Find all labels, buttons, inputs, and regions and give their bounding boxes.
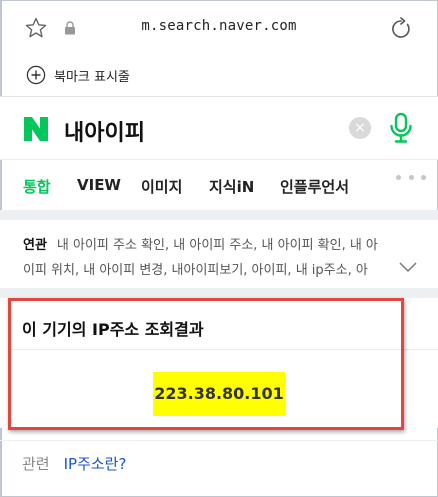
related-link-row: 관련 IP주소란? — [22, 453, 126, 474]
reload-icon[interactable] — [389, 17, 413, 41]
section-gap — [0, 210, 438, 220]
tab-images[interactable]: 이미지 — [141, 176, 182, 197]
chevron-down-icon[interactable] — [398, 260, 418, 274]
ip-address-info-link[interactable]: IP주소란? — [64, 453, 127, 474]
more-tabs-icon[interactable] — [396, 175, 426, 185]
search-tabs: 통합 VIEW 이미지 지식iN 인플루언서 — [0, 160, 438, 210]
microphone-icon[interactable] — [389, 112, 413, 144]
divider — [0, 440, 438, 441]
related-searches-text: 연관 내 아이피 주소 확인, 내 아이피 주소, 내 아이피 확인, 내 아 이… — [23, 233, 418, 283]
tab-integrated[interactable]: 통합 — [23, 176, 51, 197]
clear-search-icon[interactable]: × — [349, 117, 371, 139]
browser-address-bar: m.search.naver.com — [0, 0, 438, 57]
naver-logo-icon[interactable] — [23, 116, 49, 142]
add-bookmark-icon — [26, 65, 46, 85]
tab-knowledge-in[interactable]: 지식iN — [209, 176, 254, 197]
related-keywords-line2[interactable]: 이피 위치, 내 아이피 변경, 내아이피보기, 아이피, 내 ip주소, 아 — [23, 263, 368, 278]
tab-influencer[interactable]: 인플루언서 — [280, 176, 349, 197]
section-gap — [0, 288, 438, 298]
related-link-label: 관련 — [22, 455, 50, 473]
bookmark-label: 북마크 표시줄 — [54, 69, 130, 85]
url-text[interactable]: m.search.naver.com — [0, 18, 438, 34]
related-keywords-line1[interactable]: 내 아이피 주소 확인, 내 아이피 주소, 내 아이피 확인, 내 아 — [57, 238, 378, 253]
tab-view[interactable]: VIEW — [77, 176, 121, 194]
search-query-input[interactable]: 내아이피 — [64, 115, 145, 147]
annotation-box — [8, 298, 404, 430]
bookmark-bar-item[interactable]: 북마크 표시줄 — [26, 63, 130, 87]
related-label: 연관 — [23, 238, 47, 253]
